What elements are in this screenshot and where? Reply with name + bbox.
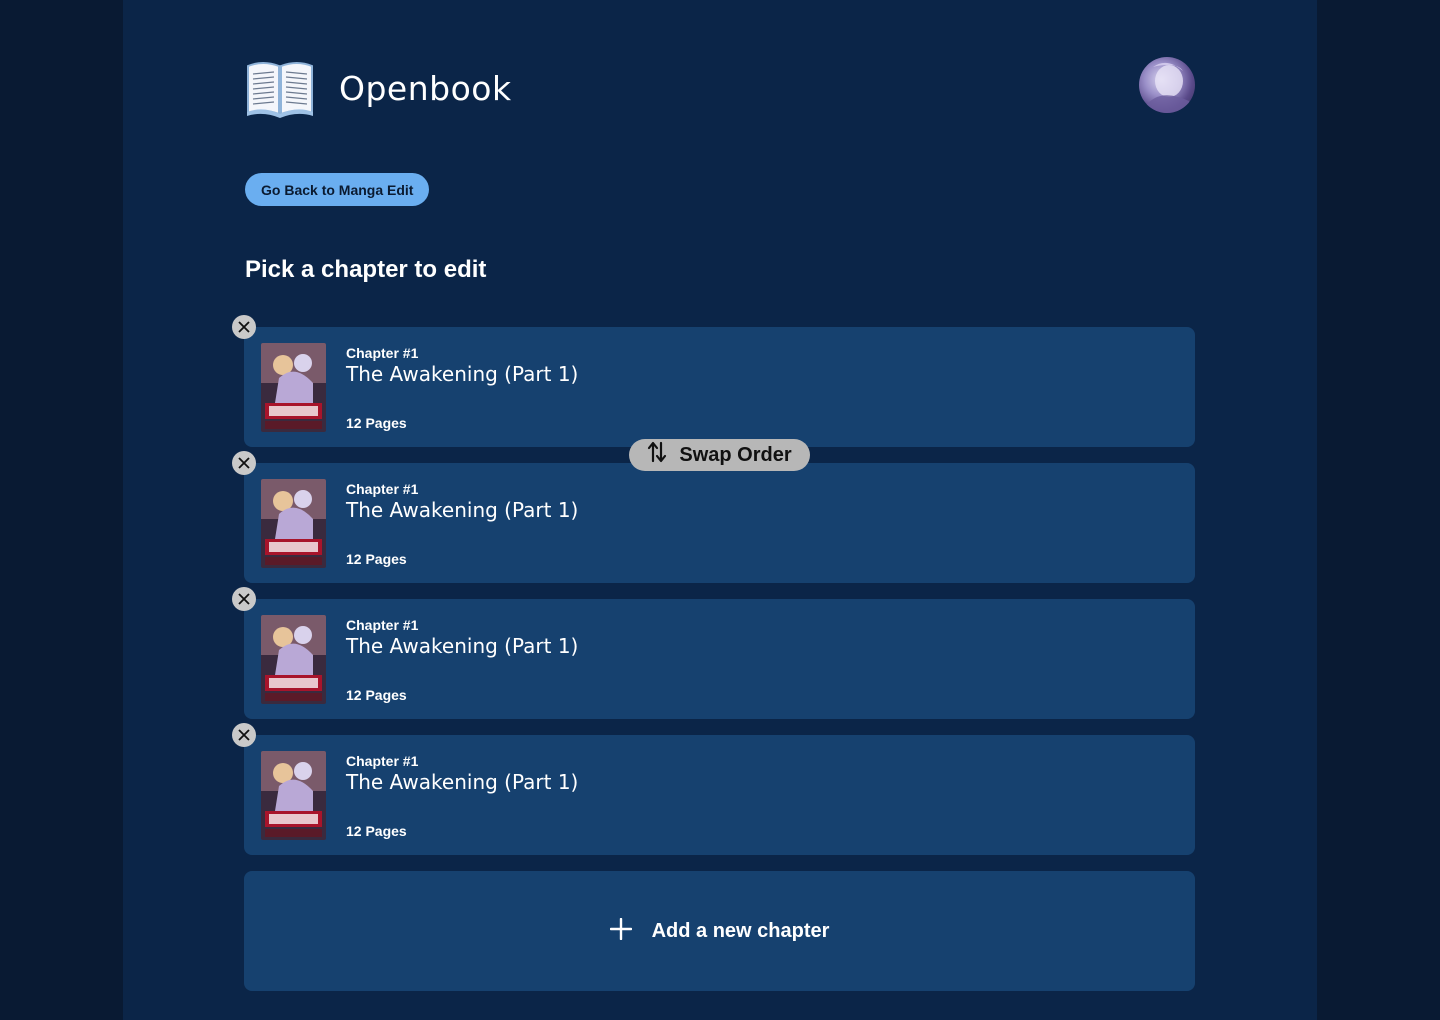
user-avatar[interactable]	[1139, 57, 1195, 113]
remove-chapter-button[interactable]	[232, 723, 256, 747]
chapter-card[interactable]: Chapter #1 The Awakening (Part 1) 12 Pag…	[244, 599, 1195, 719]
plus-icon	[609, 917, 632, 945]
remove-chapter-button[interactable]	[232, 587, 256, 611]
chapter-cover-thumbnail	[261, 479, 326, 568]
chapter-number: Chapter #1	[346, 345, 419, 361]
back-to-manga-edit-button[interactable]: Go Back to Manga Edit	[245, 173, 430, 206]
logo[interactable]: Openbook	[245, 58, 512, 118]
page-title: Pick a chapter to edit	[245, 256, 487, 283]
close-icon	[238, 321, 250, 333]
chapter-card[interactable]: Chapter #1 The Awakening (Part 1) 12 Pag…	[244, 463, 1195, 583]
chapter-cover-thumbnail	[261, 343, 326, 432]
chapter-number: Chapter #1	[346, 617, 419, 633]
chapter-title: The Awakening (Part 1)	[346, 634, 579, 658]
chapter-card[interactable]: Chapter #1 The Awakening (Part 1) 12 Pag…	[244, 735, 1195, 855]
swap-arrows-icon	[647, 441, 667, 469]
swap-order-label: Swap Order	[679, 443, 792, 466]
add-chapter-button[interactable]: Add a new chapter	[244, 871, 1195, 991]
chapter-number: Chapter #1	[346, 481, 419, 497]
close-icon	[238, 593, 250, 605]
chapter-page-count: 12 Pages	[346, 415, 407, 431]
chapter-cover-thumbnail	[261, 751, 326, 840]
close-icon	[238, 457, 250, 469]
chapter-title: The Awakening (Part 1)	[346, 770, 579, 794]
add-chapter-label: Add a new chapter	[651, 919, 830, 942]
chapter-card[interactable]: Chapter #1 The Awakening (Part 1) 12 Pag…	[244, 327, 1195, 447]
chapter-page-count: 12 Pages	[346, 687, 407, 703]
chapter-page-count: 12 Pages	[346, 823, 407, 839]
open-book-icon	[245, 58, 315, 118]
swap-order-button[interactable]: Swap Order	[629, 439, 810, 471]
remove-chapter-button[interactable]	[232, 451, 256, 475]
remove-chapter-button[interactable]	[232, 315, 256, 339]
chapter-cover-thumbnail	[261, 615, 326, 704]
close-icon	[238, 729, 250, 741]
chapter-title: The Awakening (Part 1)	[346, 498, 579, 522]
brand-name: Openbook	[339, 68, 512, 108]
chapter-number: Chapter #1	[346, 753, 419, 769]
chapter-title: The Awakening (Part 1)	[346, 362, 579, 386]
chapter-page-count: 12 Pages	[346, 551, 407, 567]
